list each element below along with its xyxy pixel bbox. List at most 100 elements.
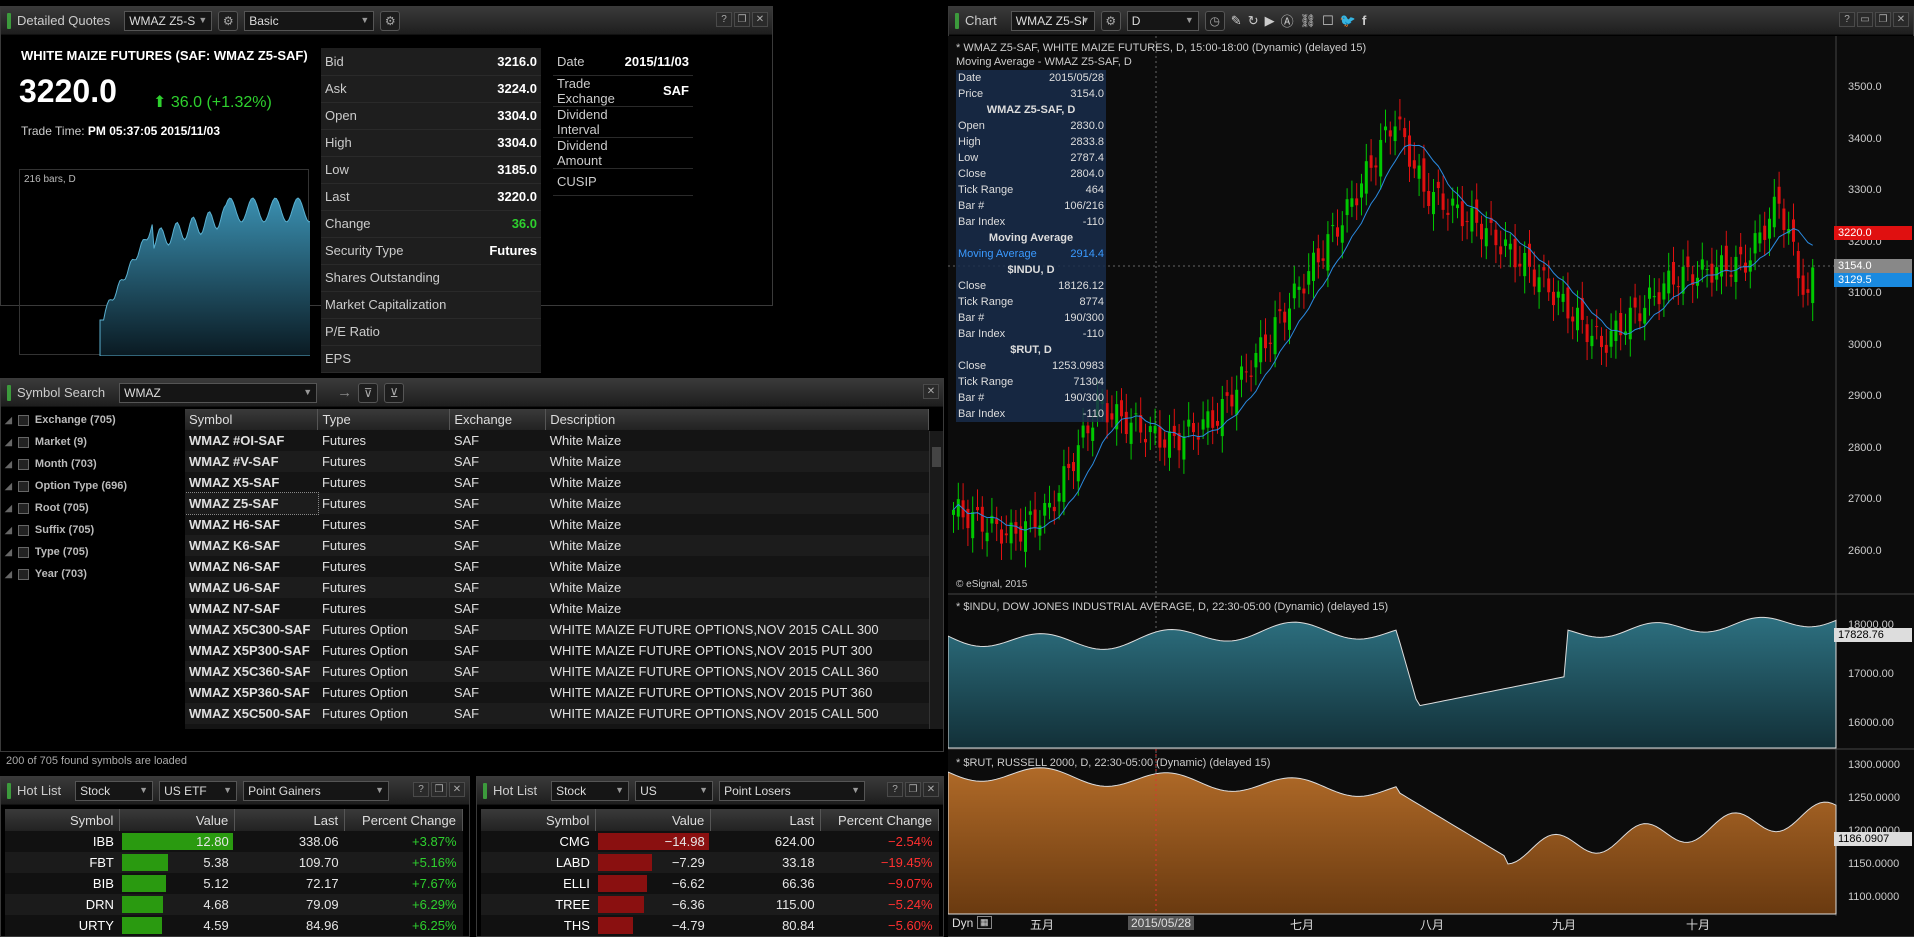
arrow-right-icon[interactable]: → bbox=[337, 384, 352, 401]
column-header[interactable]: Description bbox=[545, 409, 929, 430]
pencil-icon[interactable]: ✎ bbox=[1231, 13, 1242, 29]
checkbox[interactable] bbox=[17, 480, 29, 492]
search-titlebar[interactable]: Symbol Search WMAZ ▼ → ⊽ ⊻ ✕ bbox=[1, 379, 943, 407]
help-icon[interactable]: ? bbox=[413, 782, 429, 797]
column-header[interactable]: Last bbox=[234, 809, 346, 831]
table-row[interactable]: WMAZ K6-SAF Futures SAF White Maize bbox=[185, 535, 929, 556]
filter-item[interactable]: ◢ Month (703) bbox=[1, 453, 181, 475]
table-row[interactable]: CMG −14.98 624.00 −2.54% bbox=[481, 831, 939, 852]
expand-icon[interactable]: ◢ bbox=[5, 503, 12, 514]
expand-icon[interactable]: ◢ bbox=[5, 437, 12, 448]
layout-select[interactable]: Basic ▼ bbox=[244, 10, 375, 31]
link-icon[interactable]: ⛓ bbox=[1300, 13, 1317, 29]
facebook-icon[interactable]: f bbox=[1362, 13, 1366, 28]
table-row[interactable]: WMAZ X5P300-SAF Futures Option SAF WHITE MA… bbox=[185, 640, 929, 661]
expand-icon[interactable]: ◢ bbox=[5, 459, 12, 470]
interval-select[interactable]: D ▼ bbox=[1126, 10, 1199, 31]
close-icon[interactable]: ✕ bbox=[923, 782, 939, 797]
close-icon[interactable]: ✕ bbox=[752, 12, 768, 27]
table-row[interactable]: URTY 4.59 84.96 +6.25% bbox=[5, 915, 463, 936]
quotes-symbol-input[interactable]: WMAZ Z5-S ▼ bbox=[124, 10, 213, 31]
restore-icon[interactable]: ❐ bbox=[431, 782, 447, 797]
restore-icon[interactable]: ❐ bbox=[734, 12, 750, 27]
expand-icon[interactable]: ◢ bbox=[5, 481, 12, 492]
clock-icon[interactable]: ◷ bbox=[1204, 10, 1225, 31]
column-header[interactable]: Type bbox=[317, 409, 451, 430]
asset-select[interactable]: Stock ▼ bbox=[75, 780, 154, 801]
settings-icon[interactable]: ⚙ bbox=[380, 10, 401, 31]
column-header[interactable]: Last bbox=[710, 809, 822, 831]
close-icon[interactable]: ✕ bbox=[1893, 12, 1909, 27]
checkbox[interactable] bbox=[17, 568, 29, 580]
checkbox[interactable] bbox=[17, 458, 29, 470]
list-type-select[interactable]: Point Gainers ▼ bbox=[243, 780, 390, 801]
table-row[interactable]: BIB 5.12 72.17 +7.67% bbox=[5, 873, 463, 894]
grip-icon[interactable] bbox=[955, 12, 959, 29]
column-header[interactable]: Symbol bbox=[185, 409, 319, 430]
table-row[interactable]: WMAZ X5P360-SAF Futures Option SAF WHITE MA… bbox=[185, 682, 929, 703]
list-type-select[interactable]: Point Losers ▼ bbox=[719, 780, 866, 801]
table-row[interactable]: DRN 4.68 79.09 +6.29% bbox=[5, 894, 463, 915]
table-row[interactable]: FBT 5.38 109.70 +5.16% bbox=[5, 852, 463, 873]
checkbox[interactable] bbox=[17, 502, 29, 514]
twitter-icon[interactable]: 🐦 bbox=[1340, 13, 1356, 29]
help-icon[interactable]: ? bbox=[716, 12, 732, 27]
table-row[interactable]: WMAZ X5C500-SAF Futures Option SAF WHITE MA… bbox=[185, 703, 929, 724]
hotlist-titlebar[interactable]: Hot List Stock ▼ US ETF ▼ Point Gainers ▼? ❐ ✕ bbox=[1, 777, 469, 805]
column-header[interactable]: Value bbox=[595, 809, 712, 831]
comment-icon[interactable]: ☐ bbox=[1322, 13, 1334, 29]
checkbox[interactable] bbox=[17, 546, 29, 558]
table-row[interactable]: TREE −6.36 115.00 −5.24% bbox=[481, 894, 939, 915]
table-row[interactable]: WMAZ X5C360-SAF Futures Option SAF WHITE MA… bbox=[185, 661, 929, 682]
checkbox[interactable] bbox=[17, 524, 29, 536]
expand-icon[interactable]: ◢ bbox=[5, 525, 12, 536]
hotlist-titlebar[interactable]: Hot List Stock ▼ US ▼ Point Losers ▼? ❐ ✕ bbox=[477, 777, 943, 805]
search-input[interactable]: WMAZ ▼ bbox=[119, 382, 318, 403]
filter-item[interactable]: ◢ Type (705) bbox=[1, 541, 181, 563]
grip-icon[interactable] bbox=[7, 782, 11, 799]
table-row[interactable]: IBB 12.80 338.06 +3.87% bbox=[5, 831, 463, 852]
play-icon[interactable]: ▶ bbox=[1265, 13, 1275, 29]
table-row[interactable]: WMAZ U6-SAF Futures SAF White Maize bbox=[185, 577, 929, 598]
table-row[interactable]: WMAZ H6-SAF Futures SAF White Maize bbox=[185, 514, 929, 535]
column-header[interactable]: Exchange bbox=[449, 409, 547, 430]
table-row[interactable]: THS −4.79 80.84 −5.60% bbox=[481, 915, 939, 936]
filter-item[interactable]: ◢ Root (705) bbox=[1, 497, 181, 519]
dyn-button[interactable]: Dyn bbox=[952, 916, 973, 930]
help-icon[interactable]: ? bbox=[1839, 12, 1855, 27]
filter-item[interactable]: ◢ Market (9) bbox=[1, 431, 181, 453]
chart-titlebar[interactable]: Chart WMAZ Z5-SI ▼ ⚙ D ▼ ◷ ✎ ↻ ▶ Ⓐ ⛓ ☐ 🐦 f… bbox=[949, 7, 1913, 35]
column-header[interactable]: Symbol bbox=[481, 809, 597, 831]
calendar-icon[interactable]: ▦ bbox=[977, 916, 992, 929]
market-select[interactable]: US ▼ bbox=[635, 780, 714, 801]
grip-icon[interactable] bbox=[7, 12, 11, 29]
market-select[interactable]: US ETF ▼ bbox=[159, 780, 238, 801]
grip-icon[interactable] bbox=[483, 782, 487, 799]
filter-item[interactable]: ◢ Suffix (705) bbox=[1, 519, 181, 541]
clear-filter-icon[interactable]: ⊻ bbox=[384, 382, 405, 403]
table-row[interactable]: WMAZ X5C300-SAF Futures Option SAF WHITE MA… bbox=[185, 619, 929, 640]
table-row[interactable]: WMAZ #OI-SAF Futures SAF White Maize bbox=[185, 430, 929, 451]
minimize-icon[interactable]: ▭ bbox=[1857, 12, 1873, 27]
close-icon[interactable]: ✕ bbox=[923, 384, 939, 399]
column-header[interactable]: Symbol bbox=[5, 809, 121, 831]
scrollbar[interactable] bbox=[929, 431, 943, 729]
refresh-icon[interactable]: ↻ bbox=[1248, 13, 1259, 29]
checkbox[interactable] bbox=[17, 436, 29, 448]
table-row[interactable]: WMAZ Z5-SAF Futures SAF White Maize bbox=[185, 492, 929, 515]
filter-item[interactable]: ◢ Year (703) bbox=[1, 563, 181, 585]
table-row[interactable]: WMAZ X5P500-SAFFutures OptionSAFWHITE MA… bbox=[185, 724, 929, 729]
table-row[interactable]: LABD −7.29 33.18 −19.45% bbox=[481, 852, 939, 873]
table-row[interactable]: WMAZ X5-SAF Futures SAF White Maize bbox=[185, 472, 929, 493]
table-row[interactable]: ELLI −6.62 66.36 −9.07% bbox=[481, 873, 939, 894]
column-header[interactable]: Percent Change bbox=[820, 809, 939, 831]
table-row[interactable]: WMAZ N7-SAF Futures SAF White Maize bbox=[185, 598, 929, 619]
expand-icon[interactable]: ◢ bbox=[5, 415, 12, 426]
expand-icon[interactable]: ◢ bbox=[5, 569, 12, 580]
filter-item[interactable]: ◢ Option Type (696) bbox=[1, 475, 181, 497]
close-icon[interactable]: ✕ bbox=[449, 782, 465, 797]
alert-icon[interactable]: Ⓐ bbox=[1281, 11, 1294, 30]
asset-select[interactable]: Stock ▼ bbox=[551, 780, 630, 801]
help-icon[interactable]: ? bbox=[887, 782, 903, 797]
settings-icon[interactable]: ⚙ bbox=[218, 10, 239, 31]
